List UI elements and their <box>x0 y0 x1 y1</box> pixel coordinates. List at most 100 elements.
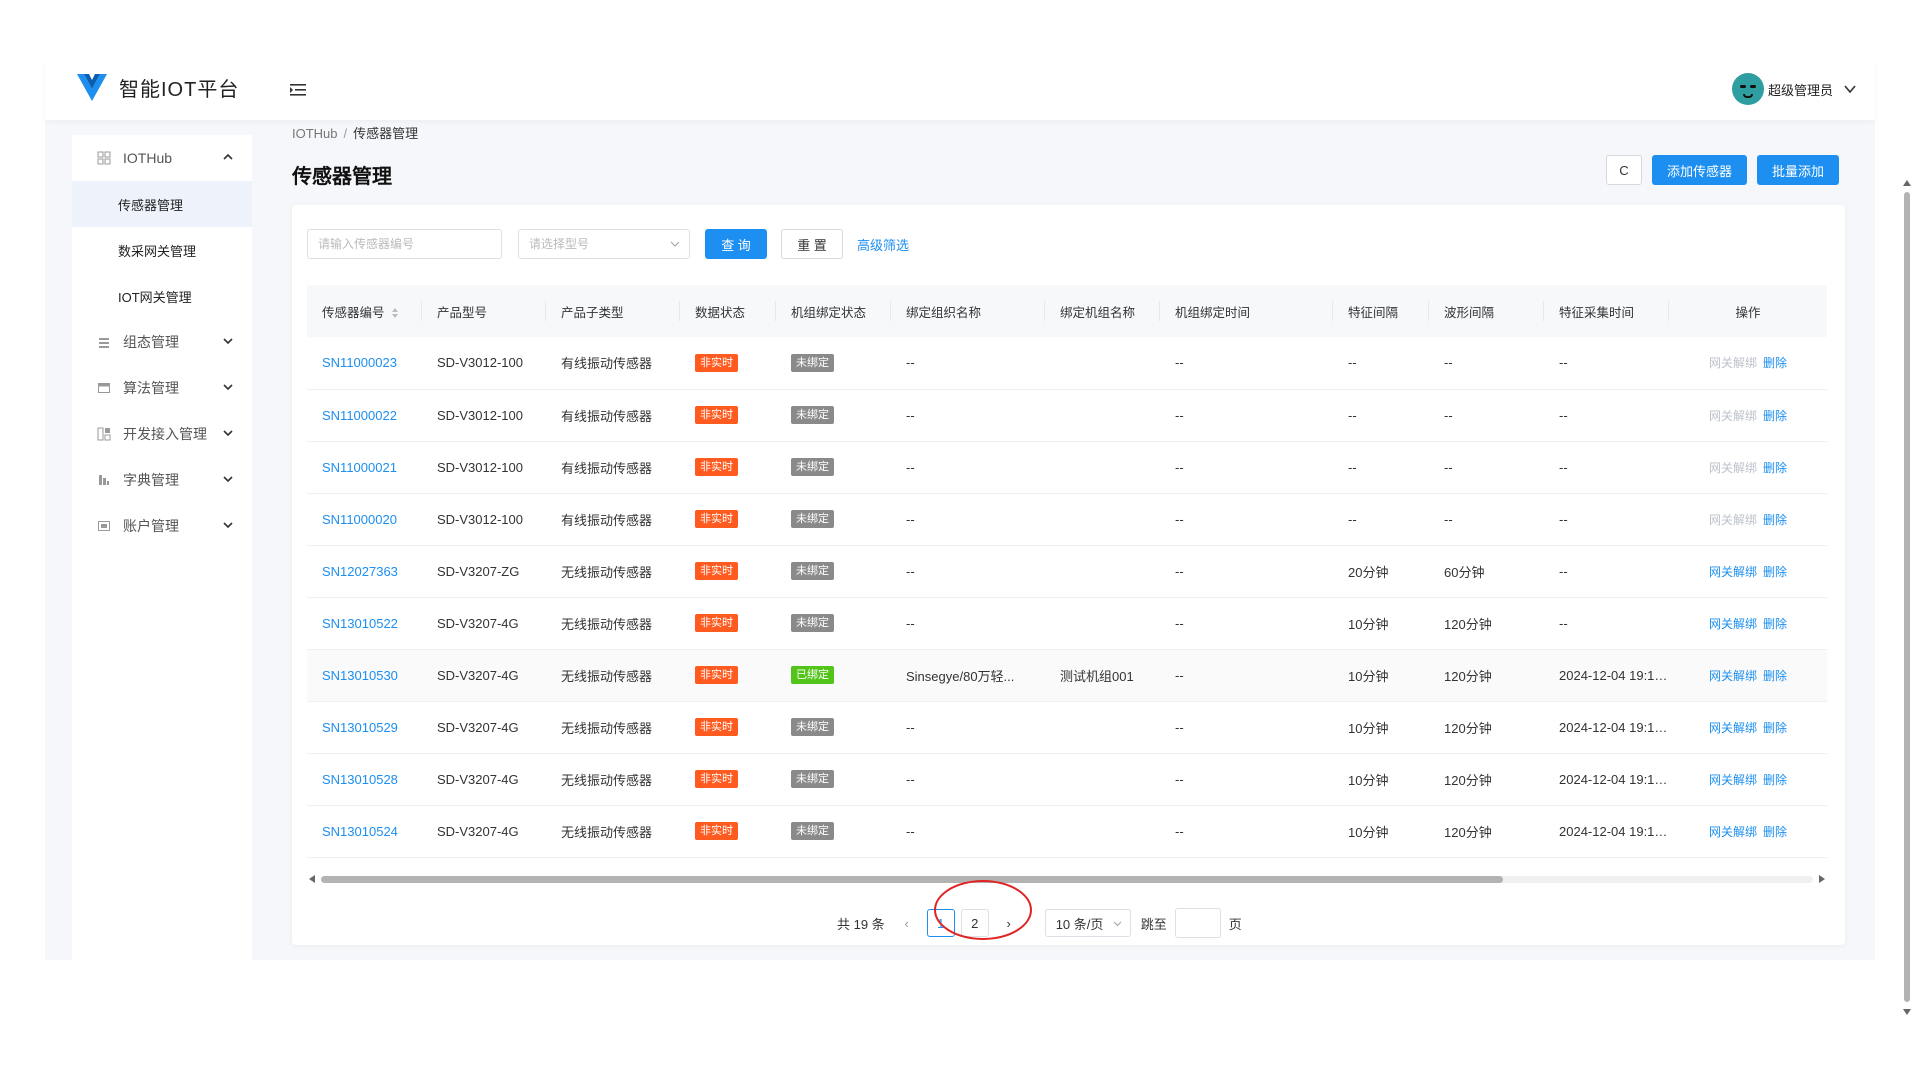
sensor-sn-link[interactable]: SN13010522 <box>322 616 398 631</box>
gateway-unbind-button[interactable]: 网关解绑 <box>1709 721 1757 735</box>
cell-wave: 120分钟 <box>1429 649 1544 702</box>
advanced-filter-link[interactable]: 高级筛选 <box>857 235 909 254</box>
cell-subtype: 有线振动传感器 <box>546 389 680 442</box>
cell-data-status: 非实时 <box>680 649 776 702</box>
reset-button[interactable]: 重 置 <box>781 229 843 259</box>
delete-button[interactable]: 删除 <box>1763 356 1787 370</box>
cell-unit <box>1045 493 1160 546</box>
scroll-thumb[interactable] <box>1904 192 1910 1002</box>
cell-org: -- <box>891 701 1045 754</box>
gateway-unbind-button[interactable]: 网关解绑 <box>1709 825 1757 839</box>
sort-icon[interactable] <box>391 307 399 319</box>
gateway-unbind-button[interactable]: 网关解绑 <box>1709 565 1757 579</box>
jump-label: 跳至 <box>1140 916 1167 932</box>
jump-page-input[interactable] <box>1174 908 1221 938</box>
column-header: 机组绑定状态 <box>776 285 891 337</box>
chevron-down-icon <box>670 241 680 247</box>
scroll-left-icon[interactable] <box>309 875 315 883</box>
scroll-right-icon[interactable] <box>1819 875 1825 883</box>
page-1-button[interactable]: 1 <box>926 909 955 937</box>
cell-bind-time: -- <box>1160 597 1333 650</box>
cell-collect: -- <box>1544 441 1669 494</box>
prev-page-button[interactable]: ‹ <box>892 909 921 937</box>
sidebar-group-account[interactable]: 账户管理 <box>72 503 252 549</box>
delete-button[interactable]: 删除 <box>1763 825 1787 839</box>
delete-button[interactable]: 删除 <box>1763 721 1787 735</box>
sidebar-group-dictionary[interactable]: 字典管理 <box>72 457 252 503</box>
delete-button[interactable]: 删除 <box>1763 409 1787 423</box>
breadcrumb-root[interactable]: IOTHub <box>292 126 338 141</box>
cell-feat: 10分钟 <box>1333 753 1429 806</box>
sidebar-group-config[interactable]: 组态管理 <box>72 319 252 365</box>
sensor-sn-link[interactable]: SN11000023 <box>322 355 397 370</box>
sidebar-item-iot-gateway[interactable]: IOT网关管理 <box>72 273 252 319</box>
sidebar-group-iothub[interactable]: IOTHub <box>72 135 252 181</box>
chevron-down-icon <box>223 430 233 437</box>
sensor-sn-link[interactable]: SN13010524 <box>322 824 398 839</box>
sidebar-item-gateway-management[interactable]: 数采网关管理 <box>72 227 252 273</box>
gateway-unbind-button[interactable]: 网关解绑 <box>1709 617 1757 631</box>
page-2-button[interactable]: 2 <box>960 909 989 937</box>
cell-wave: 120分钟 <box>1429 701 1544 754</box>
cell-bind-time: -- <box>1160 545 1333 598</box>
gateway-unbind-button[interactable]: 网关解绑 <box>1709 356 1757 370</box>
next-page-button[interactable]: › <box>994 909 1023 937</box>
delete-button[interactable]: 删除 <box>1763 565 1787 579</box>
delete-button[interactable]: 删除 <box>1763 773 1787 787</box>
sensor-sn-link[interactable]: SN11000020 <box>322 512 397 527</box>
sidebar-item-sensor-management[interactable]: 传感器管理 <box>72 181 252 227</box>
app-root: 智能IOT平台 超级管理员 IOTHub 传感器管理 数采网关管理 IOT网关管… <box>45 60 1911 1015</box>
cell-feat: 10分钟 <box>1333 701 1429 754</box>
chevron-up-icon <box>223 153 233 160</box>
cell-feat: 10分钟 <box>1333 805 1429 858</box>
gateway-unbind-button[interactable]: 网关解绑 <box>1709 773 1757 787</box>
cell-bind-status: 未绑定 <box>776 805 891 858</box>
page-suffix: 页 <box>1228 916 1242 932</box>
cell-bind-status: 未绑定 <box>776 545 891 598</box>
sensor-sn-link[interactable]: SN11000022 <box>322 408 397 423</box>
sensor-sn-link[interactable]: SN13010530 <box>322 668 398 683</box>
data-status-badge: 非实时 <box>695 458 738 476</box>
sensor-sn-input[interactable] <box>307 229 502 259</box>
sidebar-group-dev-access[interactable]: 开发接入管理 <box>72 411 252 457</box>
add-sensor-button[interactable]: 添加传感器 <box>1651 155 1747 185</box>
query-button[interactable]: 查 询 <box>705 229 767 259</box>
sensor-sn-link[interactable]: SN11000021 <box>322 460 397 475</box>
horizontal-scrollbar[interactable] <box>307 873 1827 885</box>
gateway-unbind-button[interactable]: 网关解绑 <box>1709 669 1757 683</box>
sensor-sn-link[interactable]: SN12027363 <box>322 564 398 579</box>
delete-button[interactable]: 删除 <box>1763 513 1787 527</box>
user-name: 超级管理员 <box>1767 82 1833 98</box>
gateway-unbind-button[interactable]: 网关解绑 <box>1709 513 1757 527</box>
sensor-sn-link[interactable]: SN13010528 <box>322 772 398 787</box>
user-menu[interactable]: 超级管理员 <box>1731 73 1857 105</box>
cell-unit <box>1045 597 1160 650</box>
delete-button[interactable]: 删除 <box>1763 461 1787 475</box>
refresh-button[interactable]: C <box>1605 155 1642 185</box>
batch-add-button[interactable]: 批量添加 <box>1756 155 1839 185</box>
vertical-scrollbar[interactable] <box>1902 180 1912 1015</box>
model-select[interactable] <box>518 229 690 259</box>
cell-bind-time: -- <box>1160 389 1333 442</box>
menu-collapse-icon[interactable] <box>288 80 308 100</box>
delete-button[interactable]: 删除 <box>1763 669 1787 683</box>
table-row: SN12027363 SD-V3207-ZG 无线振动传感器 非实时 未绑定 -- -- 20… <box>307 545 1827 598</box>
sensor-sn-link[interactable]: SN13010529 <box>322 720 398 735</box>
breadcrumb-separator: / <box>343 126 348 141</box>
scroll-thumb[interactable] <box>321 876 1503 883</box>
cell-bind-time: -- <box>1160 441 1333 494</box>
delete-button[interactable]: 删除 <box>1763 617 1787 631</box>
table-header-row: 传感器编号 产品型号 产品子类型 数据状态 机组绑定状态 绑定组织名称 绑定机组… <box>307 285 1827 337</box>
cell-data-status: 非实时 <box>680 805 776 858</box>
scroll-up-icon[interactable] <box>1903 180 1911 186</box>
cell-feat: 10分钟 <box>1333 597 1429 650</box>
column-header[interactable]: 传感器编号 <box>307 285 422 337</box>
gateway-unbind-button[interactable]: 网关解绑 <box>1709 461 1757 475</box>
page-size-select[interactable]: 10 条/页 <box>1044 909 1131 937</box>
model-select-input[interactable] <box>518 229 690 259</box>
scroll-down-icon[interactable] <box>1903 1009 1911 1015</box>
avatar <box>1731 73 1764 105</box>
cell-bind-status: 未绑定 <box>776 597 891 650</box>
sidebar-group-algorithm[interactable]: 算法管理 <box>72 365 252 411</box>
gateway-unbind-button[interactable]: 网关解绑 <box>1709 409 1757 423</box>
